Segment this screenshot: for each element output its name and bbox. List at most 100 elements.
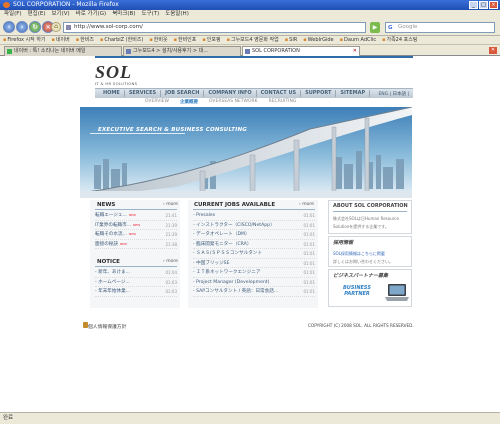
reload-icon[interactable]: ↻: [29, 21, 41, 33]
jobs-title: CURRENT JOBS AVAILABLE: [194, 202, 276, 208]
subnav-company-overview[interactable]: 企業概要: [180, 99, 198, 106]
job-item-date: 01:01: [303, 241, 315, 247]
job-item[interactable]: - 中国ブリッジSE 01:01: [193, 259, 315, 268]
news-item-title: 転職エージェ...: [95, 213, 127, 218]
window-controls: _ □ ×: [469, 1, 498, 9]
go-button[interactable]: ▶: [370, 22, 380, 33]
new-badge: NEW: [133, 222, 141, 227]
notice-item[interactable]: - 年末年始休業... 01:03: [95, 287, 177, 297]
nav-support[interactable]: SUPPORT: [301, 90, 337, 97]
job-item[interactable]: - Presales 01:01: [193, 211, 315, 221]
notice-item[interactable]: - ホームページ... 01:03: [95, 278, 177, 287]
jobs-list: - Presales 01:01 - インストラクター（CISCO/NetApp）…: [193, 211, 315, 297]
hero-banner: EXECUTIVE SEARCH & BUSINESS CONSULTING: [80, 107, 412, 198]
news-item-title: 転職その水流...: [95, 232, 127, 237]
tab-naver[interactable]: 네이버 : 톡! 소리나는 네이버 메일: [4, 46, 122, 56]
subnav-overseas-network[interactable]: OVERSEAS NETWORK: [209, 99, 258, 106]
url-input[interactable]: http://www.sol-corp.com/: [63, 22, 366, 33]
job-item[interactable]: - Project Manager (Development) 01:01: [193, 278, 315, 287]
subnav-overview[interactable]: OVERVIEW: [145, 99, 169, 106]
job-item[interactable]: - ＩＴ系ネットワークエンジニア 01:01: [193, 268, 315, 278]
copyright-text: COPYRIGHT (C) 2008 SOL. ALL RIGHTS RESER…: [308, 323, 414, 328]
back-arrow-icon[interactable]: ‹: [3, 21, 15, 33]
firefox-icon: [3, 2, 10, 8]
bookmark-item[interactable]: 그누보드4 영문화 작업: [227, 36, 279, 44]
privacy-policy-link[interactable]: 個人情報保護方針: [88, 323, 126, 330]
bookmark-item[interactable]: 한비즈: [76, 36, 94, 44]
subnav-recruiting[interactable]: RECRUITING: [269, 99, 297, 106]
bookmark-item[interactable]: 네이버: [52, 36, 70, 44]
job-item[interactable]: - インストラクター（CISCO/NetApp） 01:01: [193, 221, 315, 230]
nav-job-search[interactable]: JOB SEARCH: [161, 90, 205, 97]
news-more-link[interactable]: › more: [163, 202, 178, 207]
job-item-date: 01:01: [303, 222, 315, 228]
tab-gnuboard[interactable]: 그누보드4 > 설치/사용후기 > 대...: [123, 46, 241, 56]
maximize-button[interactable]: □: [479, 1, 488, 9]
menu-help[interactable]: 도움말(H): [165, 10, 189, 19]
nav-home[interactable]: HOME: [95, 90, 125, 97]
job-item-title: - ＳＡＳ/ＳＰＳＳコンサルタント: [193, 251, 262, 256]
site-logo[interactable]: SOL IT & HR SOLUTIONS: [95, 63, 155, 91]
news-item[interactable]: 転職その水流... NEW 21:39: [95, 230, 177, 240]
site-favicon-icon: [66, 25, 71, 30]
bookmark-item[interactable]: 인포펑: [202, 36, 221, 44]
job-item[interactable]: - データオペレート（DM） 01:01: [193, 230, 315, 240]
bookmark-item[interactable]: SIR: [285, 36, 297, 44]
notice-divider: [95, 266, 177, 267]
news-item[interactable]: 面接の秘訣 NEW 21:38: [95, 240, 177, 249]
partner-badge: BUSINESS PARTNER: [343, 285, 371, 297]
news-item-date: 21:41: [165, 213, 177, 218]
news-item[interactable]: 転職エージェ... NEW 21:41: [95, 211, 177, 221]
menu-bookmarks[interactable]: 북마크(B): [112, 10, 135, 19]
job-item[interactable]: - 臨床開発モニター（CRA） 01:01: [193, 240, 315, 249]
bookmark-item[interactable]: 한비웃: [149, 36, 168, 44]
home-icon[interactable]: ⌂: [51, 22, 61, 32]
minimize-button[interactable]: _: [469, 1, 478, 9]
menu-view[interactable]: 보기(V): [51, 10, 69, 19]
bookmark-item[interactable]: 한비인포: [174, 36, 196, 44]
notice-item-title: - 新年、あけま...: [95, 270, 131, 275]
tab-close-icon[interactable]: ✕: [353, 47, 357, 56]
search-input[interactable]: G Google: [385, 22, 495, 33]
bookmark-item[interactable]: WebIrGide: [303, 36, 334, 44]
job-item-date: 01:01: [303, 213, 315, 218]
news-item[interactable]: IT業界の転職市... NEW 21:39: [95, 221, 177, 230]
notice-more-link[interactable]: › more: [163, 259, 178, 264]
window-titlebar[interactable]: SOL CORPORATION - Mozilla Firefox: [0, 0, 500, 10]
job-item[interactable]: - ＳＡＳ/ＳＰＳＳコンサルタント 01:01: [193, 249, 315, 259]
menu-file[interactable]: 파일(F): [4, 10, 22, 19]
jobs-more-link[interactable]: › more: [299, 202, 314, 207]
partner-box[interactable]: ビジネスパートナー募集 BUSINESS PARTNER: [328, 269, 412, 307]
new-badge: NEW: [119, 241, 128, 246]
about-box[interactable]: ABOUT SOL CORPORATION 株式会社SOLは日Human Res…: [328, 200, 412, 234]
status-bar: 완료: [0, 412, 500, 424]
nav-services[interactable]: SERVICES: [125, 90, 162, 97]
bookmark-item[interactable]: Firefox 시작 하기: [3, 36, 45, 44]
menu-tools[interactable]: 도구(T): [141, 10, 159, 19]
url-text: http://www.sol-corp.com/: [74, 24, 143, 30]
bookmark-item[interactable]: 가족24 포스팅: [382, 36, 417, 44]
menu-bar: 파일(F) 편집(E) 보기(V) 바로 가기(G) 북마크(B) 도구(T) …: [0, 10, 500, 19]
recruit-link[interactable]: SOL採用情報はこちらに掲載: [329, 250, 411, 258]
nav-contact-us[interactable]: CONTACT US: [257, 90, 302, 97]
hero-rule: [90, 133, 185, 134]
recruit-box[interactable]: 採用情報 SOL採用情報はこちらに掲載 詳しくはお問い合わせください。: [328, 236, 412, 267]
logo-text: SOL: [95, 62, 133, 82]
bookmark-item[interactable]: CharbiZ (한비즈): [100, 36, 143, 44]
new-badge: NEW: [128, 232, 137, 236]
job-item[interactable]: - SAPコンサルタント / 英語：日常会話... 01:01: [193, 287, 315, 297]
notice-item[interactable]: - 新年、あけま... 01:04: [95, 268, 177, 278]
job-item-title: - 中国ブリッジSE: [193, 260, 230, 266]
menu-go[interactable]: 바로 가기(G): [76, 10, 107, 19]
nav-sitemap[interactable]: SITEMAP: [336, 90, 371, 97]
tab-label: 네이버 : 톡! 소리나는 네이버 메일: [14, 48, 86, 54]
close-tab-button[interactable]: ✕: [489, 47, 497, 54]
language-switch[interactable]: ENG | 日本語 |: [378, 91, 413, 97]
menu-edit[interactable]: 편집(E): [28, 10, 46, 19]
bookmark-item[interactable]: Daum AdClic: [340, 36, 376, 44]
job-item-date: 01:01: [303, 260, 315, 266]
close-button[interactable]: ×: [489, 1, 498, 9]
status-text: 완료: [3, 415, 14, 421]
forward-arrow-icon[interactable]: ›: [16, 21, 28, 33]
nav-company-info[interactable]: COMPANY INFO: [204, 90, 257, 97]
